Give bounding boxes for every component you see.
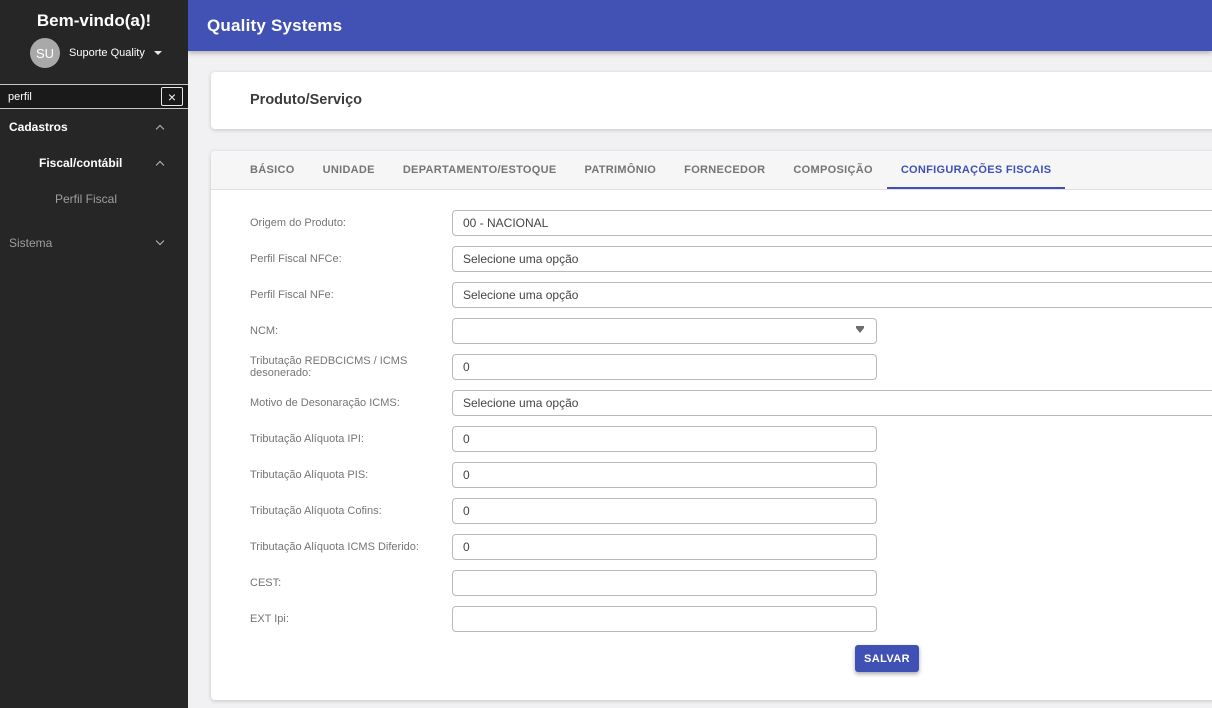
tributacao-redbcicms-input[interactable] xyxy=(452,354,877,380)
form-row-perfil-fiscal-nfce: Perfil Fiscal NFCe: xyxy=(250,246,1212,272)
clear-search-button[interactable]: × xyxy=(161,87,183,106)
origem-do-produto-input[interactable] xyxy=(452,210,1212,236)
aliquota-pis-input[interactable] xyxy=(452,462,877,488)
form-row-cest: CEST: xyxy=(250,570,1212,596)
avatar: SU xyxy=(30,38,60,68)
ncm-input[interactable] xyxy=(452,318,877,344)
perfil-fiscal-nfce-label: Perfil Fiscal NFCe: xyxy=(250,253,342,265)
perfil-fiscal-nfe-label: Perfil Fiscal NFe: xyxy=(250,289,334,301)
tab-departamento-estoque[interactable]: DEPARTAMENTO/ESTOQUE xyxy=(389,151,571,189)
app-title: Quality Systems xyxy=(207,16,343,35)
form-row-ncm: NCM: xyxy=(250,318,1212,344)
tab-patrimonio[interactable]: PATRIMÔNIO xyxy=(571,151,671,189)
sidebar-item-fiscal-contabil[interactable]: Fiscal/contábil xyxy=(0,155,188,173)
chevron-up-icon xyxy=(155,160,165,170)
sidebar: Bem-vindo(a)! SU Suporte Quality × Cadas… xyxy=(0,0,188,708)
sidebar-item-label: Cadastros xyxy=(9,120,68,134)
app-bar: Quality Systems xyxy=(188,0,1212,51)
motivo-desonaracao-icms-input[interactable] xyxy=(452,390,1212,416)
user-menu[interactable]: SU Suporte Quality xyxy=(0,38,188,68)
form-row-ext-ipi: EXT Ipi: xyxy=(250,606,1212,632)
aliquota-cofins-label: Tributação Alíquota Cofins: xyxy=(250,505,382,517)
page-title: Produto/Serviço xyxy=(250,92,362,108)
chevron-up-icon xyxy=(155,124,165,134)
tributacao-redbcicms-label: Tributação REDBCICMS / ICMS desonerado: xyxy=(250,355,408,379)
perfil-fiscal-nfce-input[interactable] xyxy=(452,246,1212,272)
form-row-perfil-fiscal-nfe: Perfil Fiscal NFe: xyxy=(250,282,1212,308)
form-row-origem-do-produto: Origem do Produto: xyxy=(250,210,1212,236)
ext-ipi-input[interactable] xyxy=(452,606,877,632)
chevron-down-icon xyxy=(155,236,165,246)
ncm-label: NCM: xyxy=(250,325,279,337)
cest-input[interactable] xyxy=(452,570,877,596)
aliquota-ipi-input[interactable] xyxy=(452,426,877,452)
tab-fornecedor[interactable]: FORNECEDOR xyxy=(670,151,779,189)
aliquota-cofins-input[interactable] xyxy=(452,498,877,524)
sidebar-item-perfil-fiscal[interactable]: Perfil Fiscal xyxy=(0,191,188,209)
form-row-tributacao-redbcicms: Tributação REDBCICMS / ICMS desonerado: xyxy=(250,354,1212,380)
tab-basico[interactable]: BÁSICO xyxy=(236,151,309,189)
sidebar-item-label: Fiscal/contábil xyxy=(39,156,123,170)
aliquota-icms-diferido-input[interactable] xyxy=(452,534,877,560)
chevron-down-icon xyxy=(153,51,162,55)
tab-composicao[interactable]: COMPOSIÇÃO xyxy=(779,151,886,189)
aliquota-icms-diferido-label: Tributação Alíquota ICMS Diferido: xyxy=(250,541,419,553)
sidebar-item-sistema[interactable]: Sistema xyxy=(0,235,188,253)
sidebar-item-label: Perfil Fiscal xyxy=(55,192,118,206)
search-input[interactable] xyxy=(0,90,161,103)
sidebar-item-cadastros[interactable]: Cadastros xyxy=(0,119,188,137)
aliquota-pis-label: Tributação Alíquota PIS: xyxy=(250,469,369,481)
welcome-title: Bem-vindo(a)! xyxy=(36,11,152,30)
sidebar-item-label: Sistema xyxy=(9,236,53,250)
form-row-aliquota-cofins: Tributação Alíquota Cofins: xyxy=(250,498,1212,524)
save-row: SALVAR xyxy=(250,645,1212,672)
tab-configuracoes-fiscais[interactable]: CONFIGURAÇÕES FISCAIS xyxy=(887,151,1066,189)
motivo-desonaracao-icms-label: Motivo de Desonaração ICMS: xyxy=(250,397,400,409)
form-row-motivo-desonaracao-icms: Motivo de Desonaração ICMS: xyxy=(250,390,1212,416)
form-row-aliquota-ipi: Tributação Alíquota IPI: xyxy=(250,426,1212,452)
ncm-select xyxy=(452,318,877,344)
page-header-card: Produto/Serviço xyxy=(211,72,1212,129)
form-row-aliquota-pis: Tributação Alíquota PIS: xyxy=(250,462,1212,488)
save-button[interactable]: SALVAR xyxy=(855,645,919,672)
user-name: Suporte Quality xyxy=(69,47,145,59)
tab-unidade[interactable]: UNIDADE xyxy=(309,151,389,189)
form-card: BÁSICO UNIDADE DEPARTAMENTO/ESTOQUE PATRIMÔ… xyxy=(211,151,1212,700)
origem-do-produto-label: Origem do Produto: xyxy=(250,217,346,229)
close-icon: × xyxy=(167,88,177,105)
ext-ipi-label: EXT Ipi: xyxy=(250,613,289,625)
tab-bar: BÁSICO UNIDADE DEPARTAMENTO/ESTOQUE PATRIMÔ… xyxy=(211,151,1212,190)
fiscal-config-form: Origem do Produto: Perfil Fiscal NFCe: Per… xyxy=(211,190,1212,672)
aliquota-ipi-label: Tributação Alíquota IPI: xyxy=(250,433,364,445)
form-row-aliquota-icms-diferido: Tributação Alíquota ICMS Diferido: xyxy=(250,534,1212,560)
perfil-fiscal-nfe-input[interactable] xyxy=(452,282,1212,308)
cest-label: CEST: xyxy=(250,577,282,589)
sidebar-search: × xyxy=(0,84,188,109)
